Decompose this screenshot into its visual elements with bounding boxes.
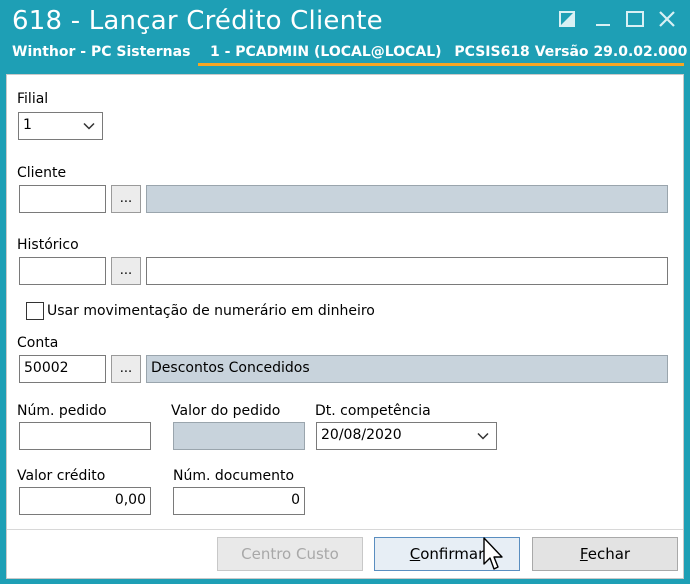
filial-select[interactable]: 1 xyxy=(18,112,103,140)
conta-label: Conta xyxy=(17,335,59,351)
usar-movimentacao-label[interactable]: Usar movimentação de numerário em dinhei… xyxy=(47,303,375,319)
dt-competencia-value: 20/08/2020 xyxy=(321,427,402,443)
minimize-icon[interactable] xyxy=(592,8,614,30)
valor-credito-label: Valor crédito xyxy=(17,468,106,484)
conta-lookup-button[interactable]: ... xyxy=(111,355,141,383)
dt-competencia-label: Dt. competência xyxy=(315,403,431,419)
application-window: 618 - Lançar Crédito Cliente Winthor - P… xyxy=(0,0,690,584)
accent-underline xyxy=(198,63,684,66)
valor-pedido-field xyxy=(173,422,305,450)
company-name: Winthor - PC Sisternas xyxy=(12,44,191,60)
fechar-button[interactable]: Fechar xyxy=(532,537,678,571)
valor-credito-input[interactable]: 0,00 xyxy=(19,487,151,515)
chevron-down-icon xyxy=(477,432,489,440)
cliente-code-input[interactable] xyxy=(19,185,106,213)
close-icon[interactable] xyxy=(656,8,678,30)
num-pedido-input[interactable] xyxy=(19,422,151,450)
cliente-name-field xyxy=(146,185,668,213)
title-bar[interactable]: 618 - Lançar Crédito Cliente Winthor - P… xyxy=(0,0,690,72)
mouse-cursor-icon xyxy=(483,537,503,570)
valor-pedido-label: Valor do pedido xyxy=(171,403,281,419)
session-info: 1 - PCADMIN (LOCAL@LOCAL) PCSIS618 Versã… xyxy=(210,44,687,60)
user-info: 1 - PCADMIN (LOCAL@LOCAL) xyxy=(210,44,442,60)
num-documento-input[interactable]: 0 xyxy=(173,487,305,515)
conta-code-input[interactable]: 50002 xyxy=(19,355,106,383)
historico-label: Histórico xyxy=(17,237,79,253)
maximize-icon[interactable] xyxy=(624,8,646,30)
confirmar-accelerator: C xyxy=(409,545,421,563)
fechar-label: echar xyxy=(587,545,631,563)
routine-code: PCSIS618 xyxy=(454,44,530,60)
num-pedido-label: Núm. pedido xyxy=(17,403,107,419)
version-number: 29.0.02.000 xyxy=(593,44,688,60)
filial-value: 1 xyxy=(23,117,32,133)
cliente-lookup-button[interactable]: ... xyxy=(111,185,141,213)
num-documento-label: Núm. documento xyxy=(173,468,295,484)
fechar-accelerator: F xyxy=(579,545,588,563)
historico-lookup-button[interactable]: ... xyxy=(111,257,141,285)
window-title: 618 - Lançar Crédito Cliente xyxy=(12,6,383,36)
version-label: Versão xyxy=(534,44,589,60)
chevron-down-icon xyxy=(83,122,95,130)
centro-custo-button[interactable]: Centro Custo xyxy=(217,537,363,571)
historico-code-input[interactable] xyxy=(19,257,106,285)
conta-name-field: Descontos Concedidos xyxy=(146,355,668,383)
form-panel: Filial 1 Cliente ... Histórico ... Usar … xyxy=(6,74,684,579)
historico-text-input[interactable] xyxy=(146,257,668,285)
cliente-label: Cliente xyxy=(17,165,67,181)
footer-divider xyxy=(7,529,683,530)
usar-movimentacao-checkbox[interactable] xyxy=(26,302,44,320)
confirmar-label: onfirmar xyxy=(420,545,485,563)
filial-label: Filial xyxy=(17,91,49,107)
dt-competencia-picker[interactable]: 20/08/2020 xyxy=(316,422,497,450)
restore-window-icon[interactable] xyxy=(556,8,578,30)
